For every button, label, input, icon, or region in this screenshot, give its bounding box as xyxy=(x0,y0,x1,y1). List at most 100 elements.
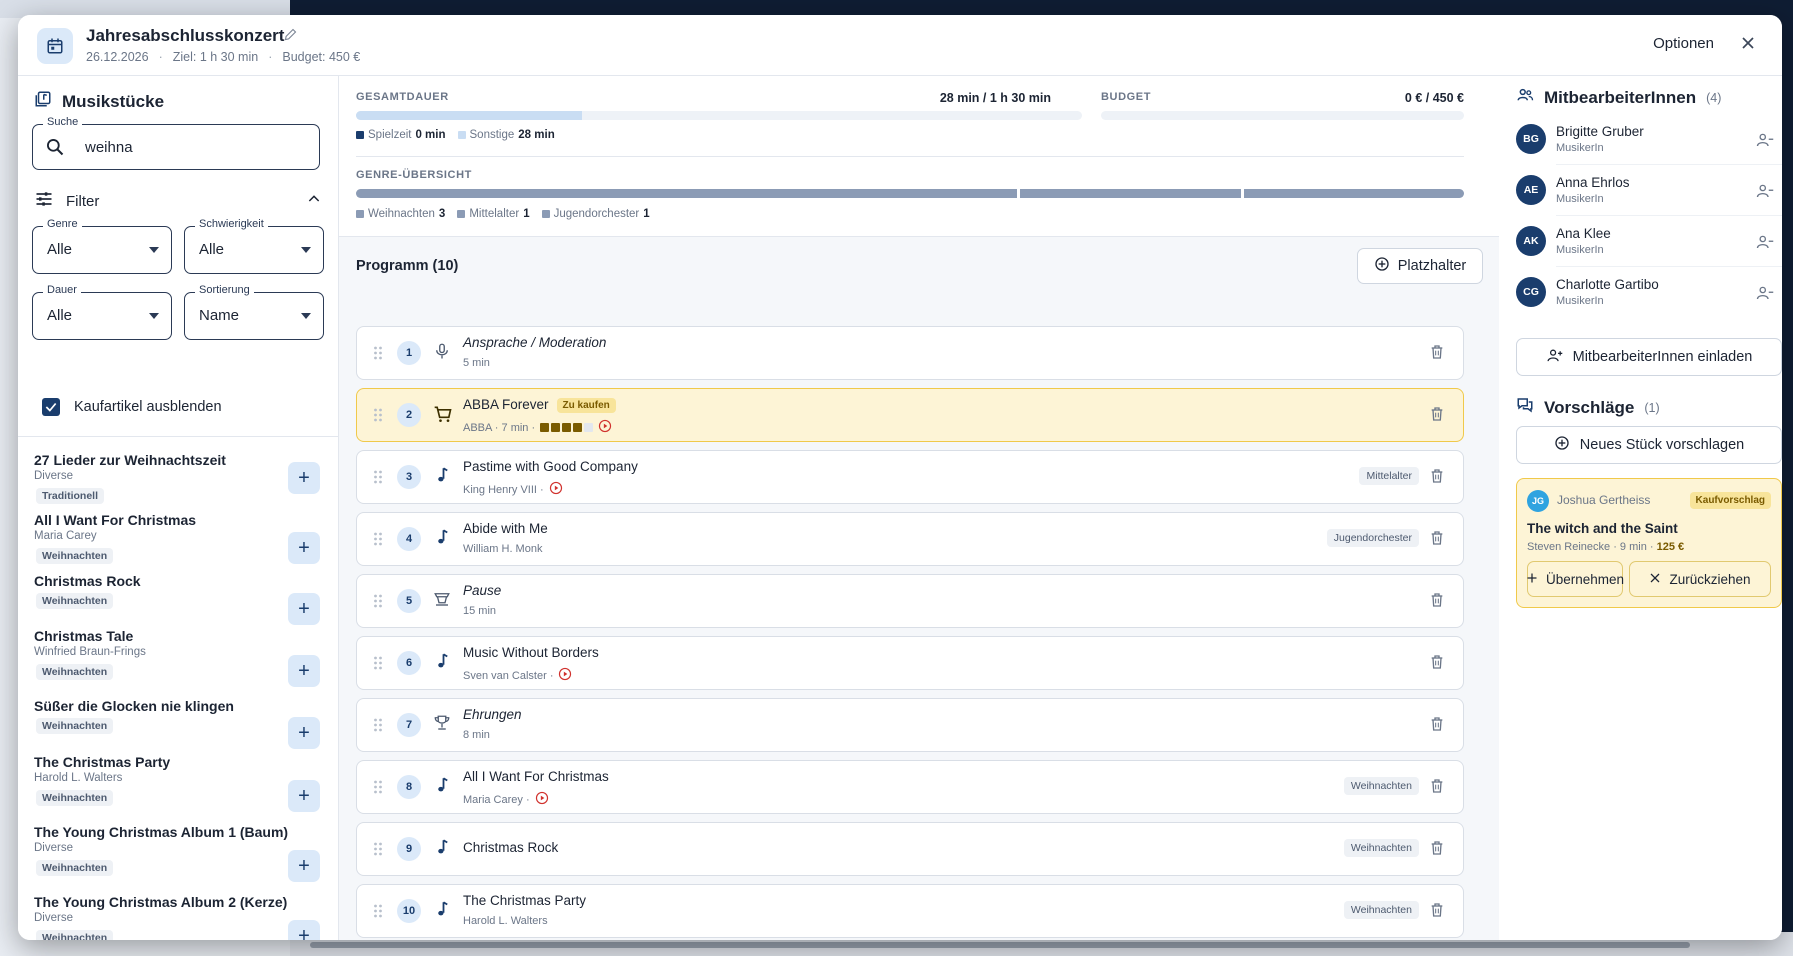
duration-value: 28 min / 1 h 30 min xyxy=(939,91,1051,105)
chevron-up-icon[interactable] xyxy=(306,191,322,211)
drag-handle-icon[interactable] xyxy=(373,594,383,613)
filter-toggle[interactable]: Filter xyxy=(34,189,322,213)
add-piece-button[interactable]: + xyxy=(288,593,320,625)
difficulty-step xyxy=(573,423,583,432)
drag-handle-icon[interactable] xyxy=(373,470,383,489)
row-title: The Christmas Party xyxy=(463,893,587,908)
genre-select[interactable]: Genre Alle xyxy=(32,218,172,274)
program-row[interactable]: 4 Abide with Me William H. Monk Jugendorche… xyxy=(356,512,1464,566)
edit-pencil-icon[interactable] xyxy=(283,27,298,47)
genre-bar-segment xyxy=(1020,189,1241,198)
legend-swatch xyxy=(457,130,466,139)
duration-select[interactable]: Dauer Alle xyxy=(32,284,172,340)
trash-icon[interactable] xyxy=(1429,530,1445,551)
program-row[interactable]: 10 The Christmas Party Harold L. Walters We… xyxy=(356,884,1464,938)
search-field[interactable]: Suche xyxy=(32,116,320,170)
row-title: Christmas Rock xyxy=(463,840,559,855)
sort-select[interactable]: Sortierung Name xyxy=(184,284,324,340)
trash-icon[interactable] xyxy=(1429,344,1445,365)
divider xyxy=(356,156,1464,157)
row-title: Abide with Me xyxy=(463,521,548,536)
add-piece-button[interactable]: + xyxy=(288,532,320,564)
invite-collaborators-button[interactable]: MitbearbeiterInnen einladen xyxy=(1516,338,1782,376)
drag-handle-icon[interactable] xyxy=(373,346,383,365)
music-note-icon xyxy=(433,776,451,799)
music-note-icon xyxy=(433,838,451,861)
legend-swatch xyxy=(356,130,364,139)
program-row[interactable]: 9 Christmas Rock Weihnachten xyxy=(356,822,1464,876)
program-row[interactable]: 5 Pause 15 min xyxy=(356,574,1464,628)
add-piece-button[interactable]: + xyxy=(288,462,320,494)
program-row[interactable]: 6 Music Without Borders Sven van Calster · xyxy=(356,636,1464,690)
row-subtitle: 15 min xyxy=(463,605,497,617)
drag-handle-icon[interactable] xyxy=(373,904,383,923)
difficulty-indicator xyxy=(540,423,594,432)
music-note-icon xyxy=(433,652,451,675)
add-piece-button[interactable]: + xyxy=(288,780,320,812)
search-input[interactable] xyxy=(83,135,307,159)
trash-icon[interactable] xyxy=(1429,468,1445,489)
avatar: AK xyxy=(1516,226,1546,256)
trash-icon[interactable] xyxy=(1429,716,1445,737)
concert-date: 26.12.2026 xyxy=(86,50,149,64)
row-number: 1 xyxy=(397,341,421,365)
program-row[interactable]: 3 Pastime with Good Company King Henry VII… xyxy=(356,450,1464,504)
trash-icon[interactable] xyxy=(1429,840,1445,861)
suggestions-title: Vorschläge (1) xyxy=(1516,396,1660,419)
drag-handle-icon[interactable] xyxy=(373,532,383,551)
close-icon[interactable] xyxy=(1738,33,1758,58)
trash-icon[interactable] xyxy=(1429,654,1445,675)
hide-purchase-checkbox[interactable]: Kaufartikel ausblenden xyxy=(42,398,222,416)
remove-user-icon[interactable] xyxy=(1756,182,1774,205)
options-button[interactable]: Optionen xyxy=(1653,35,1714,52)
divider xyxy=(1556,164,1782,165)
remove-user-icon[interactable] xyxy=(1756,284,1774,307)
suggest-new-piece-button[interactable]: Neues Stück vorschlagen xyxy=(1516,426,1782,464)
play-icon[interactable] xyxy=(598,419,612,436)
checkmark-icon[interactable] xyxy=(42,398,60,416)
remove-user-icon[interactable] xyxy=(1756,131,1774,154)
play-icon[interactable] xyxy=(549,481,563,498)
trash-icon[interactable] xyxy=(1429,902,1445,923)
background-scrollbar[interactable] xyxy=(310,942,1690,948)
program-row[interactable]: 1 Ansprache / Moderation 5 min xyxy=(356,326,1464,380)
drag-handle-icon[interactable] xyxy=(373,780,383,799)
drag-handle-icon[interactable] xyxy=(373,718,383,737)
program-row[interactable]: 2 ABBA Forever Zu kaufen ABBA · 7 min · xyxy=(356,388,1464,442)
play-icon[interactable] xyxy=(535,791,549,808)
drag-handle-icon[interactable] xyxy=(373,408,383,427)
row-subtitle: William H. Monk xyxy=(463,543,543,555)
collaborator-row: BG Brigitte Gruber MusikerIn xyxy=(1516,115,1782,165)
concert-modal: Jahresabschlusskonzert 26.12.2026 · Ziel… xyxy=(18,15,1782,940)
duration-bar xyxy=(356,111,1082,120)
add-placeholder-button[interactable]: Platzhalter xyxy=(1357,248,1483,284)
play-icon[interactable] xyxy=(558,667,572,684)
drag-handle-icon[interactable] xyxy=(373,842,383,861)
program-row[interactable]: 8 All I Want For Christmas Maria Carey · We… xyxy=(356,760,1464,814)
remove-user-icon[interactable] xyxy=(1756,233,1774,256)
program-row[interactable]: 7 Ehrungen 8 min xyxy=(356,698,1464,752)
difficulty-step xyxy=(551,423,561,432)
add-piece-button[interactable]: + xyxy=(288,850,320,882)
collaborator-row: CG Charlotte Gartibo MusikerIn xyxy=(1516,268,1782,318)
add-piece-button[interactable]: + xyxy=(288,920,320,940)
budget-value: 0 € / 450 € xyxy=(1404,91,1464,105)
accept-suggestion-button[interactable]: Übernehmen xyxy=(1527,561,1624,597)
row-number: 4 xyxy=(397,527,421,551)
add-user-icon xyxy=(1546,347,1563,368)
difficulty-select[interactable]: Schwierigkeit Alle xyxy=(184,218,324,274)
difficulty-step xyxy=(562,423,572,432)
drag-handle-icon[interactable] xyxy=(373,656,383,675)
withdraw-suggestion-button[interactable]: Zurückziehen xyxy=(1629,561,1771,597)
row-title: ABBA Forever xyxy=(463,397,549,412)
add-piece-button[interactable]: + xyxy=(288,717,320,749)
plus-circle-icon xyxy=(1554,435,1570,455)
row-number: 8 xyxy=(397,775,421,799)
trash-icon[interactable] xyxy=(1429,778,1445,799)
trash-icon[interactable] xyxy=(1429,592,1445,613)
avatar: CG xyxy=(1516,277,1546,307)
add-piece-button[interactable]: + xyxy=(288,655,320,687)
genre-tag: Jugendorchester xyxy=(1326,529,1419,547)
trash-icon[interactable] xyxy=(1429,406,1445,427)
genre-overview-label: GENRE-ÜBERSICHT xyxy=(356,169,472,181)
